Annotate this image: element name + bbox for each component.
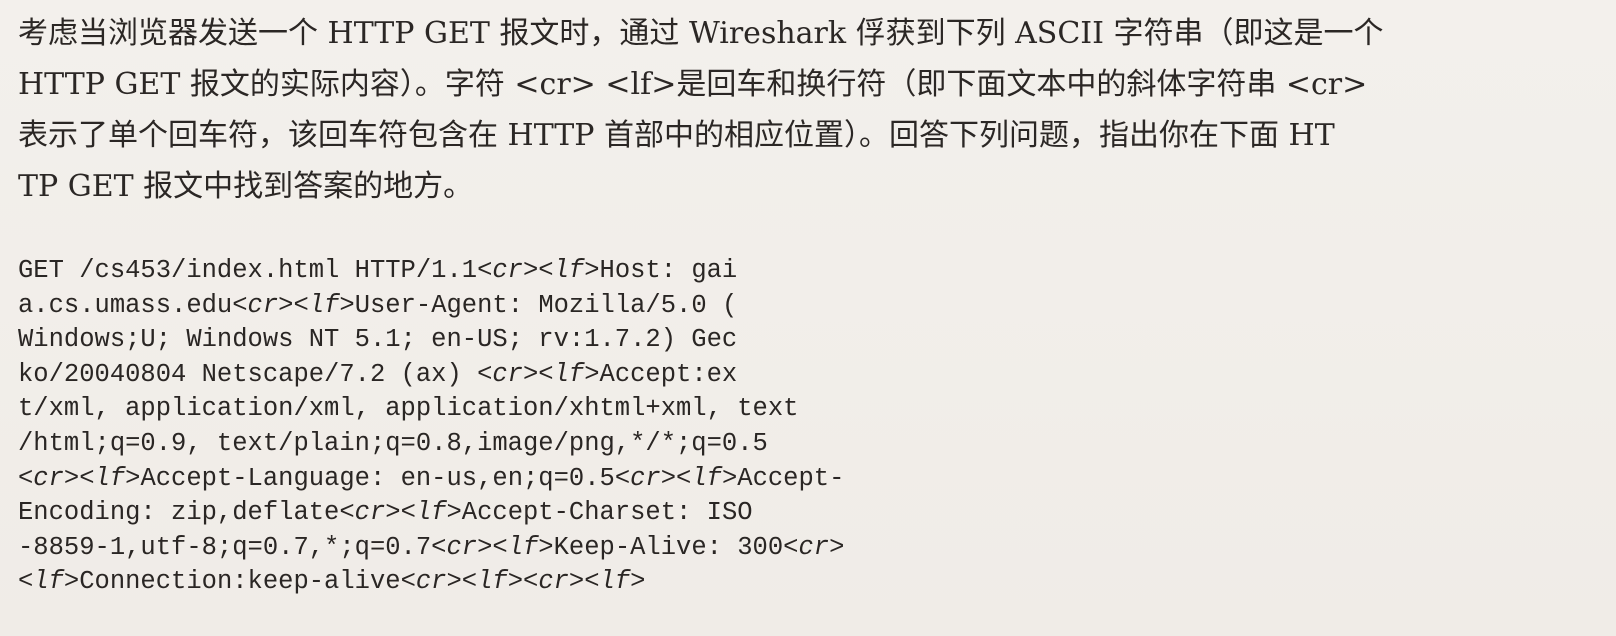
lf-marker: <lf> [584,567,646,597]
http-message-line: Encoding: zip,deflate<cr><lf>Accept-Char… [18,496,1608,531]
cr-marker: <cr> [614,463,677,493]
textbook-page: 考虑当浏览器发送一个 HTTP GET 报文时，通过 Wireshark 俘获到… [0,0,1616,636]
http-text: Windows;U; Windows NT 5.1; en-US; rv:1.7… [18,325,738,355]
lf-marker: <lf> [18,567,80,597]
http-text: t/xml, application/xml, application/xhtm… [18,394,799,424]
http-text: Accept- [737,463,845,493]
lf-marker: <lf> [293,290,355,320]
http-text: Host: gai [599,256,738,285]
http-message-line: <cr><lf>Accept-Language: en-us,en;q=0.5<… [18,462,1608,497]
lf-marker: <lf> [538,359,600,389]
lf-marker: <lf> [492,532,554,562]
cr-marker: <cr> [18,463,80,493]
question-line: HTTP GET 报文的实际内容）。字符 <cr> <lf>是回车和换行符（即下… [18,67,1368,102]
http-text: a.cs.umass.edu [18,290,233,320]
http-text: User-Agent: Mozilla/5.0 ( [354,290,738,320]
question-line: 表示了单个回车符，该回车符包含在 HTTP 首部中的相应位置）。回答下列问题，指… [18,118,1335,153]
http-message-line: Windows;U; Windows NT 5.1; en-US; rv:1.7… [18,323,1608,358]
http-message-line: t/xml, application/xml, application/xhtm… [18,392,1608,427]
cr-marker: <cr> [783,532,845,562]
cr-marker: <cr> [477,256,539,285]
lf-marker: <lf> [538,256,600,285]
question-line: 考虑当浏览器发送一个 HTTP GET 报文时，通过 Wireshark 俘获到… [18,16,1384,51]
question-line: TP GET 报文中找到答案的地方。 [18,169,474,204]
http-text: Accept-Language: en-us,en;q=0.5 [140,463,615,493]
http-message-line: GET /cs453/index.html HTTP/1.1<cr><lf>Ho… [18,254,1608,289]
http-text: ko/20040804 Netscape/7.2 (ax) [18,359,478,389]
http-message-line: -8859-1,utf-8;q=0.7,*;q=0.7<cr><lf>Keep-… [18,531,1608,566]
cr-marker: <cr> [477,359,539,389]
http-text: Encoding: zip,deflate [18,498,340,528]
lf-marker: <lf> [400,498,462,528]
cr-marker: <cr> [431,532,493,562]
lf-marker: <lf> [676,463,738,493]
http-message-line: a.cs.umass.edu<cr><lf>User-Agent: Mozill… [18,289,1608,324]
http-text: Connection:keep-alive [79,567,401,597]
http-get-message: GET /cs453/index.html HTTP/1.1<cr><lf>Ho… [18,254,1608,600]
http-text: -8859-1,utf-8;q=0.7,*;q=0.7 [18,532,432,562]
http-text: Accept:ex [599,359,738,389]
lf-marker: <lf> [79,463,141,493]
cr-marker: <cr> [400,567,462,597]
http-message-line: /html;q=0.9, text/plain;q=0.8,image/png,… [18,427,1608,462]
http-message-line: <lf>Connection:keep-alive<cr><lf><cr><lf… [18,565,1608,600]
http-message-line: ko/20040804 Netscape/7.2 (ax) <cr><lf>Ac… [18,358,1608,393]
http-text: GET /cs453/index.html HTTP/1.1 [18,256,478,285]
http-text: Keep-Alive: 300 [553,532,784,562]
http-text: /html;q=0.9, text/plain;q=0.8,image/png,… [18,428,768,458]
cr-marker: <cr> [523,567,585,597]
cr-marker: <cr> [232,290,294,320]
lf-marker: <lf> [461,567,524,597]
http-text: Accept-Charset: ISO [461,498,753,528]
cr-marker: <cr> [339,498,401,528]
question-paragraph: 考虑当浏览器发送一个 HTTP GET 报文时，通过 Wireshark 俘获到… [18,8,1608,212]
